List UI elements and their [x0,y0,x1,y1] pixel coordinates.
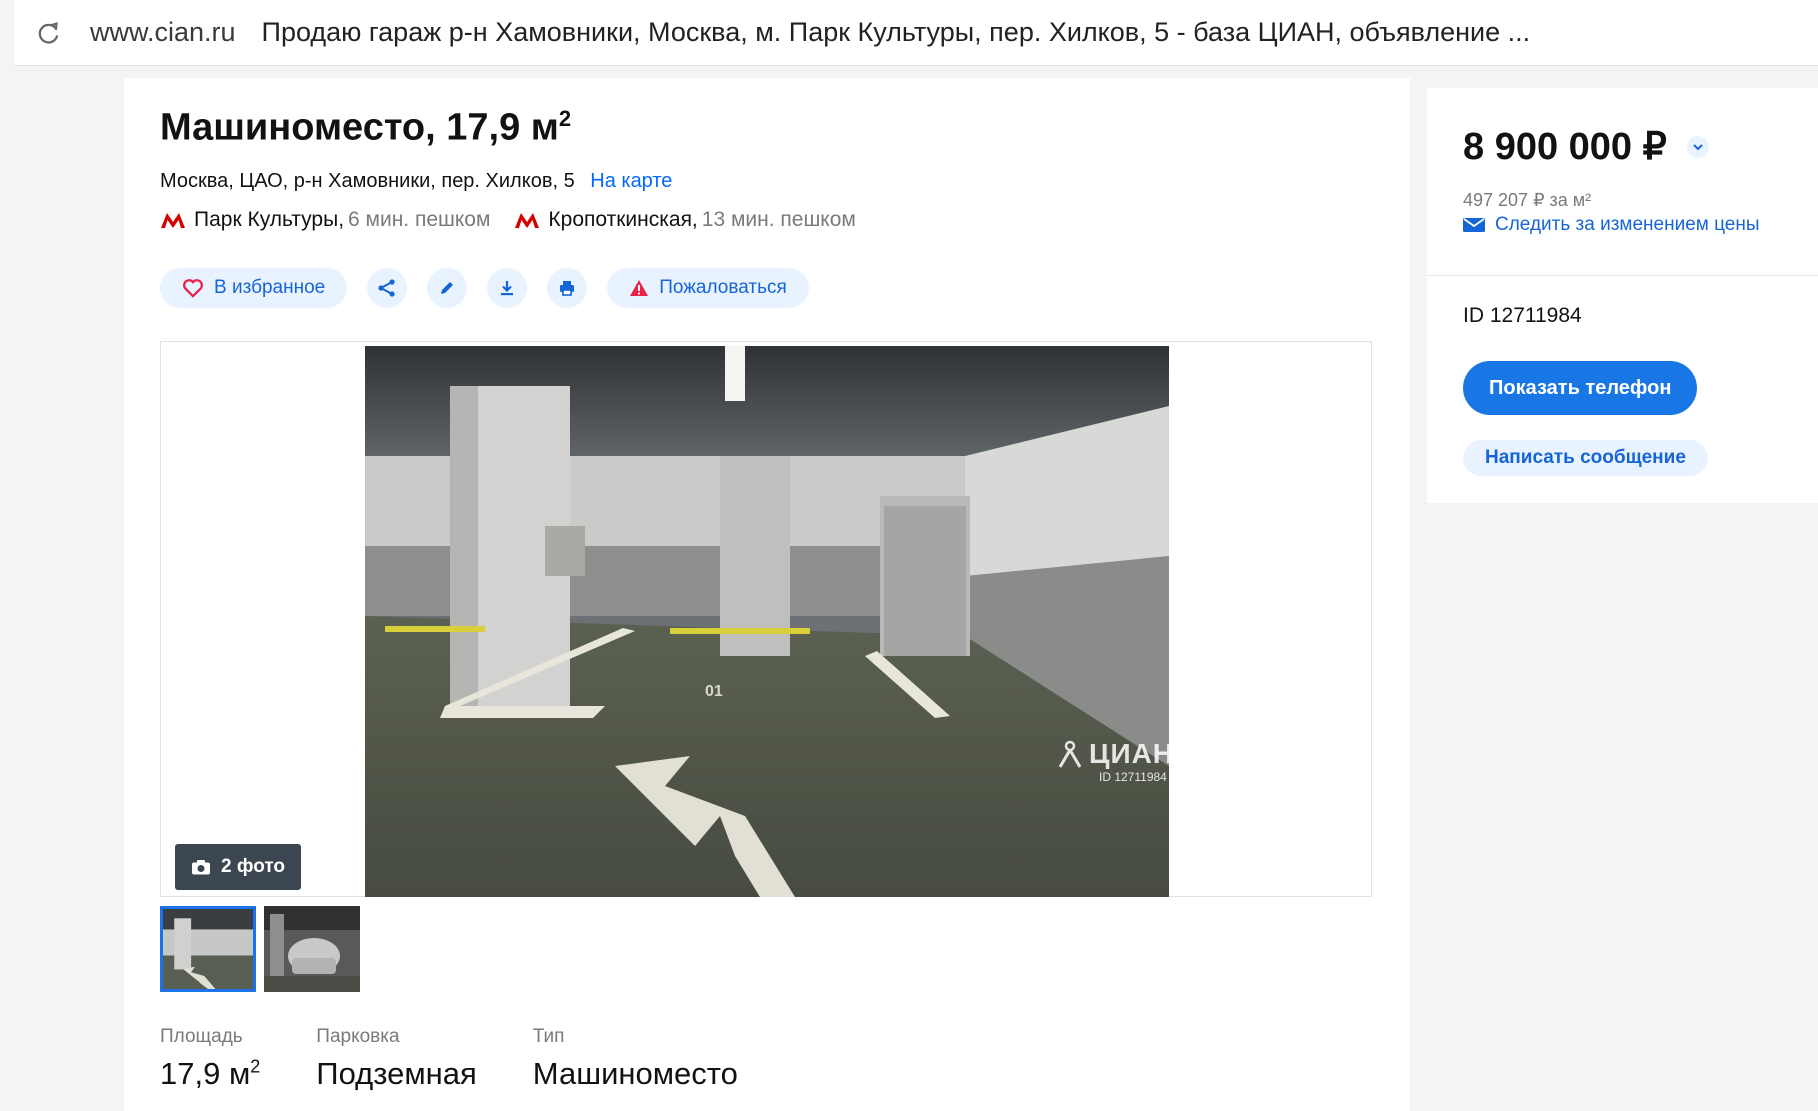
spec-area: Площадь 17,9 м2 [160,1026,260,1092]
heart-icon [183,279,203,298]
map-link[interactable]: На карте [590,170,672,192]
cian-logo-icon [1058,740,1082,768]
warning-icon [630,280,649,296]
thumbnail-strip [160,906,368,992]
metro-station[interactable]: Кропоткинская, [548,208,697,232]
metro-walk-time: 13 мин. пешком [701,208,856,231]
browser-address-bar: www.cian.ru Продаю гараж р-н Хамовники, … [14,0,1818,66]
print-button[interactable] [547,268,588,308]
metro-icon [161,213,185,228]
favorite-button[interactable]: В избранное [160,268,348,308]
download-icon [501,281,514,296]
thumbnail-1[interactable] [160,906,256,992]
report-label: Пожаловаться [659,277,787,298]
share-button[interactable] [367,268,408,308]
thumbnail-1-image [163,909,253,989]
metro-item: Парк Культуры, 6 мин. пешком [160,208,490,232]
parking-photo-image: 01 [365,346,1169,897]
photo-gallery: 01 ЦИАН ID 12711984 2 фото [160,341,1372,897]
share-icon [378,279,395,297]
watch-price-link[interactable]: Следить за изменением цены [1463,214,1760,236]
main-photo[interactable]: 01 [365,346,1169,897]
thumbnail-2[interactable] [264,906,360,992]
divider [1427,275,1818,276]
favorite-label: В избранное [214,277,326,298]
metro-icon [515,213,540,228]
download-button[interactable] [487,268,528,308]
watermark-id: ID 12711984 [1099,770,1167,784]
listing-address: Москва, ЦАО, р-н Хамовники, пер. Хилков,… [160,170,672,193]
spec-value: Машиноместо [532,1056,738,1091]
photo-watermark: ЦИАН ID 12711984 [1057,738,1174,784]
report-button[interactable]: Пожаловаться [607,268,809,308]
specs-list: Площадь 17,9 м2 Парковка Подземная Тип М… [160,1026,794,1092]
watch-price-label: Следить за изменением цены [1495,214,1760,235]
page-title-tab: Продаю гараж р-н Хамовники, Москва, м. П… [261,17,1531,47]
edit-button[interactable] [427,268,468,308]
chevron-down-icon[interactable] [1686,135,1709,158]
printer-icon [560,281,575,296]
spec-label: Площадь [160,1026,243,1047]
price-card: 8 900 000 ₽ 497 207 ₽ за м² Следить за и… [1427,88,1818,503]
metro-item: Кропоткинская, 13 мин. пешком [514,208,856,232]
metro-list: Парк Культуры, 6 мин. пешком Кропоткинск… [160,208,880,232]
pencil-icon [441,282,454,294]
price-per-m2: 497 207 ₽ за м² [1463,190,1592,210]
mail-icon [1463,218,1485,232]
spec-label: Парковка [316,1026,400,1047]
write-message-button[interactable]: Написать сообщение [1463,440,1708,476]
action-bar: В избранное Пожаловаться [160,268,809,308]
price: 8 900 000 ₽ [1463,124,1709,169]
spec-label: Тип [532,1026,565,1047]
photo-count-badge[interactable]: 2 фото [175,844,302,890]
spec-value: 17,9 м2 [160,1056,261,1091]
reload-icon[interactable] [34,18,64,48]
watermark-text: ЦИАН [1089,738,1175,769]
thumbnail-2-image [264,906,360,992]
address-domain[interactable]: www.cian.ru [90,17,236,48]
spec-type: Тип Машиноместо [533,1026,738,1092]
photo-count-label: 2 фото [221,856,286,877]
address-text: Москва, ЦАО, р-н Хамовники, пер. Хилков,… [160,170,575,192]
price-value: 8 900 000 ₽ [1463,126,1667,168]
spec-parking: Парковка Подземная [316,1026,477,1092]
listing-id: ID 12711984 [1463,304,1582,327]
metro-walk-time: 6 мин. пешком [348,208,491,231]
svg-text:01: 01 [705,683,723,700]
listing-title: Машиноместо, 17,9 м2 [160,106,572,149]
listing-card: Машиноместо, 17,9 м2 Москва, ЦАО, р-н Ха… [124,78,1410,1111]
camera-icon [192,860,210,875]
spec-value: Подземная [316,1056,477,1091]
metro-station[interactable]: Парк Культуры, [194,208,344,232]
show-phone-button[interactable]: Показать телефон [1463,361,1698,415]
